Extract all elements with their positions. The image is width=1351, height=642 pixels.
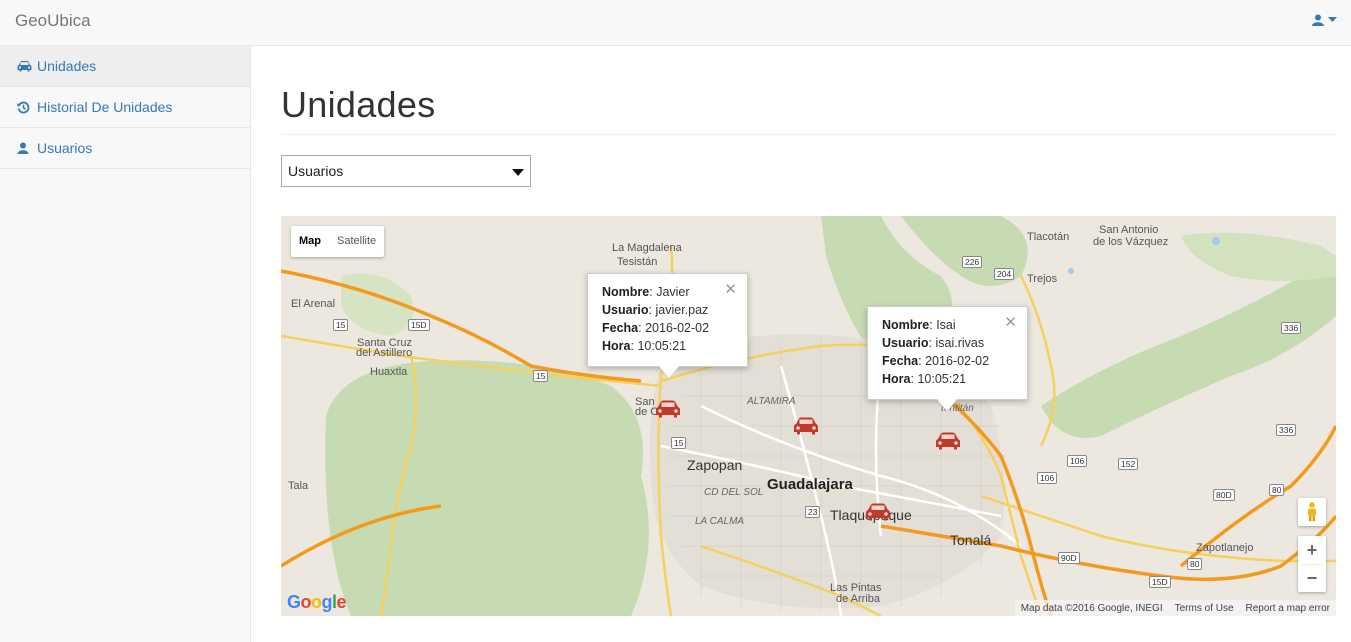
map-attribution: Map data ©2016 Google, INEGI Terms of Us…: [1014, 600, 1336, 616]
top-navbar: GeoUbica: [0, 0, 1351, 46]
user-icon: [1312, 14, 1324, 26]
sidebar-item-label: Unidades: [37, 58, 97, 74]
map-label: Tala: [288, 480, 309, 492]
map-label: Trejos: [1027, 273, 1058, 285]
highway-shield: 336: [1276, 424, 1297, 436]
highway-shield: 336: [1281, 322, 1302, 334]
title-divider: [281, 134, 1336, 135]
map-label: Zapotlanejo: [1196, 542, 1254, 554]
map-label: Tesistán: [617, 256, 658, 268]
highway-shield: 204: [994, 268, 1015, 280]
report-map-error-link[interactable]: Report a map error: [1246, 603, 1330, 614]
brand-logo[interactable]: GeoUbica: [15, 11, 91, 31]
map-label: Tlacotán: [1027, 231, 1070, 243]
sidebar-item-historial[interactable]: Historial De Unidades: [0, 87, 250, 128]
info-hora-row: Hora: 10:05:21: [602, 339, 687, 353]
info-nombre-row: Nombre: Javier: [602, 285, 690, 299]
zoom-in-button[interactable]: +: [1298, 536, 1326, 564]
google-map[interactable]: La Magdalena Tesistán El Arenal Santa Cr…: [281, 216, 1336, 616]
info-fecha-row: Fecha: 2016-02-02: [882, 354, 990, 368]
close-icon[interactable]: ✕: [1004, 314, 1017, 332]
map-label: Huaxtla: [370, 366, 408, 378]
car-marker[interactable]: [793, 416, 819, 436]
sidebar: Unidades Historial De Unidades Usuarios: [0, 46, 251, 642]
sidebar-item-unidades[interactable]: Unidades: [0, 46, 250, 87]
car-marker[interactable]: [865, 502, 891, 522]
map-label: de Arriba: [836, 593, 881, 605]
google-logo[interactable]: Google: [287, 592, 347, 613]
car-marker[interactable]: [655, 399, 681, 419]
sidebar-item-label: Usuarios: [37, 140, 93, 156]
car-marker[interactable]: [935, 431, 961, 451]
pegman-icon: [1308, 502, 1316, 521]
map-label: San Antonio: [1099, 224, 1159, 236]
info-window: ✕ Nombre: Javier Usuario: javier.paz Fec…: [587, 273, 748, 379]
map-label: del Astillero: [356, 347, 413, 359]
street-view-pegman-button[interactable]: [1298, 498, 1326, 526]
caret-down-icon: [1328, 17, 1337, 22]
highway-shield: 80: [1187, 558, 1203, 570]
map-label: de los Vázquez: [1093, 236, 1169, 248]
user-menu-dropdown[interactable]: [1312, 14, 1337, 26]
map-label: LA CALMA: [695, 516, 745, 527]
highway-shield: 90D: [1058, 552, 1080, 564]
caret-down-icon: [512, 169, 524, 176]
highway-shield: 15D: [1149, 576, 1171, 588]
highway-shield: 15: [671, 437, 687, 449]
map-label: La Magdalena: [612, 242, 682, 254]
zoom-out-button[interactable]: −: [1298, 564, 1326, 592]
info-window: ✕ Nombre: Isai Usuario: isai.rivas Fecha…: [867, 306, 1028, 412]
info-usuario-row: Usuario: javier.paz: [602, 303, 709, 317]
close-icon[interactable]: ✕: [724, 281, 737, 299]
map-label: Guadalajara: [767, 476, 853, 493]
map-type-control: Map Satellite: [291, 226, 385, 257]
map-label: Tonalá: [950, 532, 992, 548]
car-icon: [17, 59, 32, 74]
history-icon: [17, 100, 32, 115]
highway-shield: 106: [1037, 472, 1058, 484]
terms-of-use-link[interactable]: Terms of Use: [1175, 603, 1234, 614]
user-icon: [17, 141, 32, 156]
highway-shield: 23: [805, 506, 821, 518]
highway-shield: 106: [1067, 455, 1088, 467]
highway-shield: 80D: [1213, 489, 1235, 501]
highway-shield: 152: [1118, 458, 1139, 470]
select-value: Usuarios: [288, 163, 344, 179]
highway-shield: 226: [962, 256, 983, 268]
sidebar-item-label: Historial De Unidades: [37, 99, 173, 115]
info-hora-row: Hora: 10:05:21: [882, 372, 967, 386]
usuarios-select[interactable]: Usuarios: [281, 155, 531, 187]
info-nombre-row: Nombre: Isai: [882, 318, 956, 332]
info-usuario-row: Usuario: isai.rivas: [882, 336, 985, 350]
map-data-text: Map data ©2016 Google, INEGI: [1020, 602, 1163, 614]
highway-shield: 15: [333, 319, 349, 331]
main-content: Unidades Usuarios La Magdalena Tesistán …: [251, 46, 1351, 642]
info-fecha-row: Fecha: 2016-02-02: [602, 321, 710, 335]
page-title: Unidades: [281, 84, 436, 125]
map-label: Zapopan: [687, 457, 743, 473]
sidebar-item-usuarios[interactable]: Usuarios: [0, 128, 250, 169]
zoom-control: + −: [1298, 536, 1326, 592]
map-type-satellite-button[interactable]: Satellite: [329, 226, 384, 257]
map-label: El Arenal: [291, 298, 336, 310]
highway-shield: 15D: [408, 319, 430, 331]
map-label: ALTAMIRA: [747, 396, 796, 407]
map-type-map-button[interactable]: Map: [291, 226, 329, 257]
map-label: CD DEL SOL: [704, 487, 764, 498]
highway-shield: 15: [533, 370, 549, 382]
highway-shield: 80: [1269, 484, 1285, 496]
